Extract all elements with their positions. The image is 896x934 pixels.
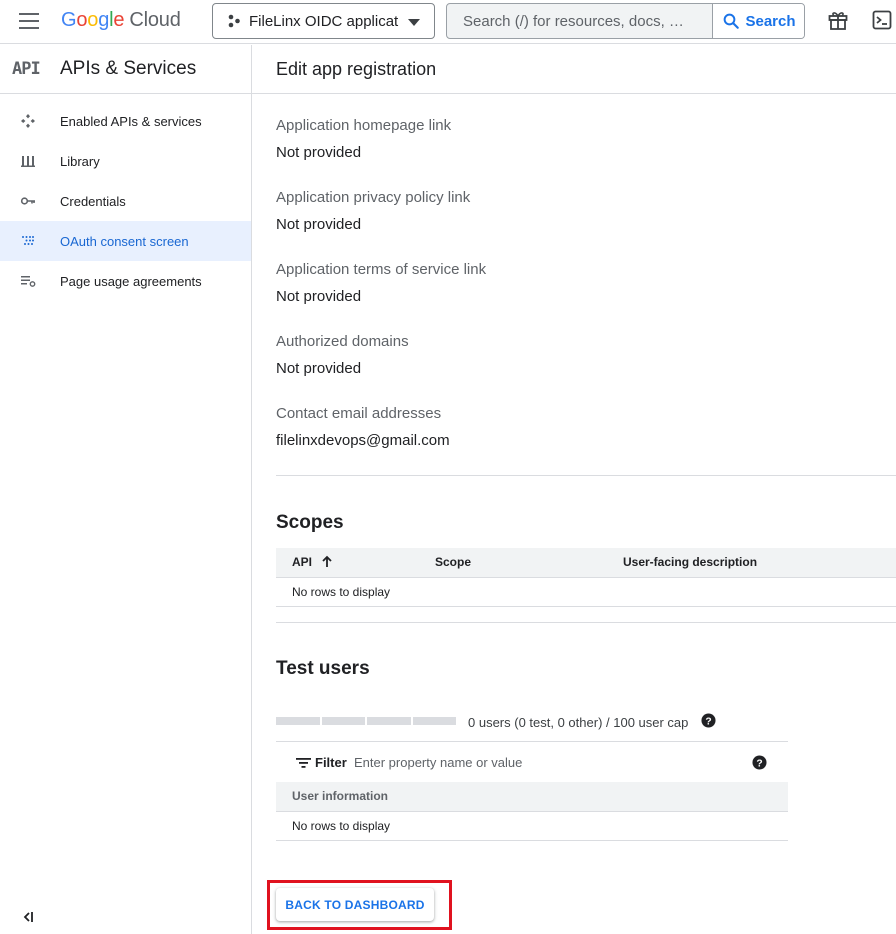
enabled-apis-icon: [21, 114, 35, 128]
logo-letter: e: [113, 9, 125, 31]
field-label: Application terms of service link: [276, 261, 487, 278]
arrow-up-icon: [322, 555, 332, 568]
empty-message: No rows to display: [276, 812, 788, 841]
agreements-icon: [21, 276, 36, 287]
svg-text:?: ?: [705, 716, 711, 727]
field-label: Authorized domains: [276, 333, 409, 350]
sidebar-item-page-usage[interactable]: Page usage agreements: [0, 261, 251, 301]
progress-segment: [367, 717, 411, 725]
logo-cloud-text: Cloud: [129, 9, 181, 31]
chevron-down-icon: [408, 19, 420, 26]
field-label: Application homepage link: [276, 117, 452, 134]
logo-letter: o: [87, 9, 99, 31]
library-icon: [21, 156, 35, 167]
sidebar-item-credentials[interactable]: Credentials: [0, 181, 251, 221]
column-header-label: Scope: [435, 555, 472, 570]
collapse-sidebar-icon[interactable]: [20, 910, 36, 924]
sidebar-title: APIs & Services: [60, 58, 197, 79]
help-icon[interactable]: ?: [752, 755, 767, 770]
column-header-description: User-facing description: [623, 548, 896, 578]
progress-segment: [276, 717, 320, 725]
field-value: Not provided: [276, 216, 362, 233]
search-icon: [724, 13, 740, 29]
page-title: Edit app registration: [276, 59, 437, 79]
svg-text:?: ?: [756, 758, 762, 769]
logo-letter: G: [61, 9, 77, 31]
privacy-policy-field: Application privacy policy link Not prov…: [276, 189, 470, 233]
progress-segment: [321, 717, 365, 725]
search-button-label: Search: [745, 12, 796, 30]
field-label: Application privacy policy link: [276, 189, 471, 206]
sidebar-item-enabled-apis[interactable]: Enabled APIs & services: [0, 101, 251, 141]
gift-icon[interactable]: [827, 9, 849, 31]
logo-letter: o: [76, 9, 88, 31]
sidebar-nav: Enabled APIs & services Library Credenti…: [0, 94, 251, 301]
filter-icon: [296, 757, 311, 768]
search-bar: Search: [446, 3, 805, 39]
sidebar-header: API APIs & Services: [0, 45, 251, 94]
sidebar-item-label: Page usage agreements: [60, 274, 202, 289]
contact-email-field: Contact email addresses filelinxdevops@g…: [276, 405, 450, 449]
column-header-label: User-facing description: [623, 555, 758, 570]
authorized-domains-field: Authorized domains Not provided: [276, 333, 409, 377]
column-header-api[interactable]: API: [276, 548, 435, 578]
scopes-table: API Scope User-facing description No row…: [276, 548, 896, 607]
project-name: FileLinx OIDC applicatie: [249, 12, 399, 30]
search-button[interactable]: Search: [712, 4, 804, 38]
user-cap-progress: [276, 717, 456, 725]
page-header: Edit app registration: [252, 45, 896, 94]
terminal-icon[interactable]: [872, 10, 892, 30]
key-icon: [20, 197, 35, 205]
main-content: Edit app registration Application homepa…: [252, 45, 896, 934]
sidebar-item-label: Enabled APIs & services: [60, 114, 202, 129]
terms-of-service-field: Application terms of service link Not pr…: [276, 261, 486, 305]
google-cloud-logo[interactable]: Google Cloud: [61, 9, 181, 32]
project-icon: [228, 14, 240, 28]
menu-icon[interactable]: [19, 13, 39, 29]
column-header-label: API: [292, 555, 313, 570]
user-cap-text: 0 users (0 test, 0 other) / 100 user cap: [468, 715, 689, 730]
top-bar: Google Cloud FileLinx OIDC applicatie Sea…: [0, 0, 896, 44]
filter-label: Filter: [315, 755, 347, 770]
field-value: Not provided: [276, 288, 362, 305]
test-users-title: Test users: [276, 658, 370, 679]
table-row: No rows to display: [276, 577, 896, 607]
project-picker[interactable]: FileLinx OIDC applicatie: [212, 3, 435, 39]
api-badge: API: [12, 59, 41, 79]
sidebar-item-label: OAuth consent screen: [60, 234, 189, 249]
homepage-link-field: Application homepage link Not provided: [276, 117, 451, 161]
filter-button[interactable]: Filter: [296, 755, 347, 770]
search-input[interactable]: [447, 4, 712, 38]
sidebar-item-library[interactable]: Library: [0, 141, 251, 181]
empty-message: No rows to display: [276, 577, 896, 607]
sidebar-item-oauth-consent[interactable]: OAuth consent screen: [0, 221, 251, 261]
logo-letter: g: [98, 9, 110, 31]
column-header-user-information: User information: [276, 782, 788, 812]
scopes-title: Scopes: [276, 512, 344, 533]
progress-segment: [412, 717, 456, 725]
field-value: Not provided: [276, 144, 362, 161]
section-divider: [276, 475, 896, 476]
filter-bar: Filter ?: [276, 741, 788, 783]
filter-input[interactable]: [354, 750, 734, 774]
sidebar-item-label: Credentials: [60, 194, 126, 209]
back-to-dashboard-button[interactable]: BACK TO DASHBOARD: [276, 888, 434, 921]
help-icon[interactable]: ?: [701, 713, 716, 728]
field-value: Not provided: [276, 360, 362, 377]
section-divider: [276, 622, 896, 623]
sidebar-item-label: Library: [60, 154, 100, 169]
field-value: filelinxdevops@gmail.com: [276, 432, 450, 449]
sidebar: API APIs & Services Enabled APIs & servi…: [0, 45, 252, 934]
column-header-scope: Scope: [435, 548, 623, 578]
oauth-icon: [22, 236, 34, 245]
field-label: Contact email addresses: [276, 405, 442, 422]
